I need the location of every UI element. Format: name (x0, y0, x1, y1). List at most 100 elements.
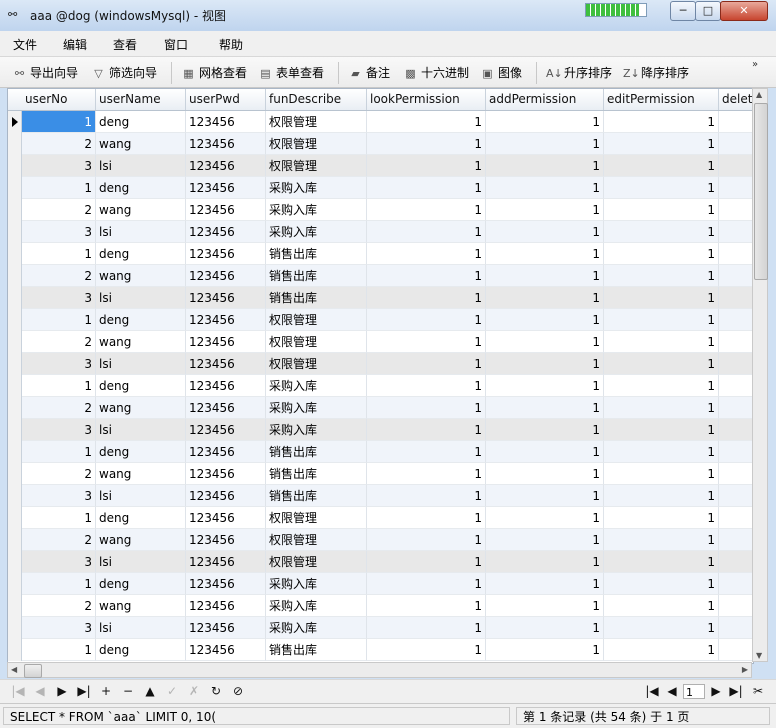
table-cell-delet[interactable] (719, 177, 753, 199)
table-cell-lookpermission[interactable]: 1 (367, 441, 486, 463)
table-cell-userpwd[interactable]: 123456 (186, 529, 266, 551)
table-cell-username[interactable]: deng (96, 507, 186, 529)
row-indicator[interactable] (8, 463, 22, 485)
row-indicator[interactable] (8, 529, 22, 551)
column-header-fundescribe[interactable]: funDescribe (266, 89, 367, 110)
table-cell-editpermission[interactable]: 1 (604, 199, 719, 221)
table-cell-userpwd[interactable]: 123456 (186, 243, 266, 265)
table-cell-userno[interactable]: 2 (22, 595, 96, 617)
scroll-right-icon[interactable]: ▶ (742, 665, 748, 674)
table-cell-editpermission[interactable]: 1 (604, 155, 719, 177)
table-cell-lookpermission[interactable]: 1 (367, 221, 486, 243)
table-cell-editpermission[interactable]: 1 (604, 419, 719, 441)
table-cell-addpermission[interactable]: 1 (486, 507, 604, 529)
column-header-lookpermission[interactable]: lookPermission (367, 89, 486, 110)
table-cell-userno[interactable]: 1 (22, 111, 96, 133)
table-cell-userpwd[interactable]: 123456 (186, 111, 266, 133)
table-cell-delet[interactable] (719, 287, 753, 309)
table-cell-delet[interactable] (719, 111, 753, 133)
row-indicator[interactable] (8, 309, 22, 331)
table-cell-editpermission[interactable]: 1 (604, 243, 719, 265)
table-cell-userno[interactable]: 2 (22, 397, 96, 419)
table-cell-fundescribe[interactable]: 采购入库 (266, 595, 367, 617)
table-cell-fundescribe[interactable]: 采购入库 (266, 375, 367, 397)
table-cell-userpwd[interactable]: 123456 (186, 441, 266, 463)
table-cell-delet[interactable] (719, 265, 753, 287)
table-cell-addpermission[interactable]: 1 (486, 221, 604, 243)
table-cell-editpermission[interactable]: 1 (604, 617, 719, 639)
table-cell-fundescribe[interactable]: 权限管理 (266, 331, 367, 353)
table-cell-addpermission[interactable]: 1 (486, 485, 604, 507)
table-cell-editpermission[interactable]: 1 (604, 463, 719, 485)
table-cell-editpermission[interactable]: 1 (604, 507, 719, 529)
row-indicator[interactable] (8, 441, 22, 463)
table-cell-addpermission[interactable]: 1 (486, 265, 604, 287)
table-cell-userpwd[interactable]: 123456 (186, 463, 266, 485)
table-cell-username[interactable]: deng (96, 375, 186, 397)
table-cell-userpwd[interactable]: 123456 (186, 177, 266, 199)
table-cell-delet[interactable] (719, 573, 753, 595)
row-indicator[interactable] (8, 111, 22, 133)
menu-edit[interactable]: 编辑 (63, 36, 87, 53)
toolbar-overflow-icon[interactable]: » (752, 59, 758, 70)
column-header-delet[interactable]: delet (719, 89, 753, 110)
table-cell-lookpermission[interactable]: 1 (367, 243, 486, 265)
table-cell-fundescribe[interactable]: 权限管理 (266, 309, 367, 331)
scroll-down-icon[interactable]: ▼ (756, 651, 762, 660)
table-cell-editpermission[interactable]: 1 (604, 221, 719, 243)
table-cell-username[interactable]: wang (96, 331, 186, 353)
column-header-username[interactable]: userName (96, 89, 186, 110)
table-row[interactable]: 1 deng 123456 权限管理 1 1 1 (8, 111, 753, 133)
table-row[interactable]: 1 deng 123456 销售出库 1 1 1 (8, 243, 753, 265)
table-cell-userpwd[interactable]: 123456 (186, 573, 266, 595)
table-cell-userpwd[interactable]: 123456 (186, 485, 266, 507)
row-indicator[interactable] (8, 265, 22, 287)
row-indicator[interactable] (8, 573, 22, 595)
row-indicator[interactable] (8, 397, 22, 419)
table-row[interactable]: 3 lsi 123456 采购入库 1 1 1 (8, 221, 753, 243)
data-grid[interactable]: userNo userName userPwd funDescribe lookPerm… (7, 88, 754, 664)
table-cell-userno[interactable]: 1 (22, 639, 96, 661)
table-row[interactable]: 2 wang 123456 权限管理 1 1 1 (8, 331, 753, 353)
table-cell-lookpermission[interactable]: 1 (367, 617, 486, 639)
toolbar-sort-descending-button[interactable]: Z↓降序排序 (623, 64, 689, 82)
table-cell-userno[interactable]: 1 (22, 375, 96, 397)
next-record-icon[interactable]: ▶ (54, 684, 70, 698)
column-header-userno[interactable]: userNo (22, 89, 96, 110)
table-cell-editpermission[interactable]: 1 (604, 265, 719, 287)
table-row[interactable]: 1 deng 123456 销售出库 1 1 1 (8, 639, 753, 661)
table-cell-delet[interactable] (719, 419, 753, 441)
table-cell-fundescribe[interactable]: 采购入库 (266, 419, 367, 441)
table-cell-addpermission[interactable]: 1 (486, 529, 604, 551)
table-cell-delet[interactable] (719, 221, 753, 243)
table-cell-userpwd[interactable]: 123456 (186, 617, 266, 639)
table-cell-delet[interactable] (719, 243, 753, 265)
table-cell-lookpermission[interactable]: 1 (367, 375, 486, 397)
table-cell-lookpermission[interactable]: 1 (367, 309, 486, 331)
table-cell-fundescribe[interactable]: 销售出库 (266, 639, 367, 661)
menu-view[interactable]: 查看 (113, 36, 137, 53)
table-cell-addpermission[interactable]: 1 (486, 375, 604, 397)
table-cell-editpermission[interactable]: 1 (604, 639, 719, 661)
table-cell-delet[interactable] (719, 507, 753, 529)
table-row[interactable]: 3 lsi 123456 权限管理 1 1 1 (8, 353, 753, 375)
table-cell-userno[interactable]: 3 (22, 155, 96, 177)
table-cell-editpermission[interactable]: 1 (604, 309, 719, 331)
table-cell-addpermission[interactable]: 1 (486, 287, 604, 309)
stop-icon[interactable]: ⊘ (230, 684, 246, 698)
menu-window[interactable]: 窗口 (164, 36, 188, 53)
table-cell-userpwd[interactable]: 123456 (186, 595, 266, 617)
table-cell-username[interactable]: wang (96, 463, 186, 485)
row-indicator[interactable] (8, 485, 22, 507)
table-cell-userno[interactable]: 2 (22, 265, 96, 287)
table-cell-fundescribe[interactable]: 权限管理 (266, 155, 367, 177)
table-cell-username[interactable]: lsi (96, 221, 186, 243)
table-cell-lookpermission[interactable]: 1 (367, 331, 486, 353)
toolbar-hex-button[interactable]: ▩ 十六进制 (403, 64, 469, 82)
table-row[interactable]: 3 lsi 123456 采购入库 1 1 1 (8, 617, 753, 639)
table-cell-editpermission[interactable]: 1 (604, 441, 719, 463)
table-cell-userpwd[interactable]: 123456 (186, 353, 266, 375)
table-cell-lookpermission[interactable]: 1 (367, 529, 486, 551)
vertical-scroll-thumb[interactable] (754, 103, 768, 280)
row-indicator[interactable] (8, 155, 22, 177)
